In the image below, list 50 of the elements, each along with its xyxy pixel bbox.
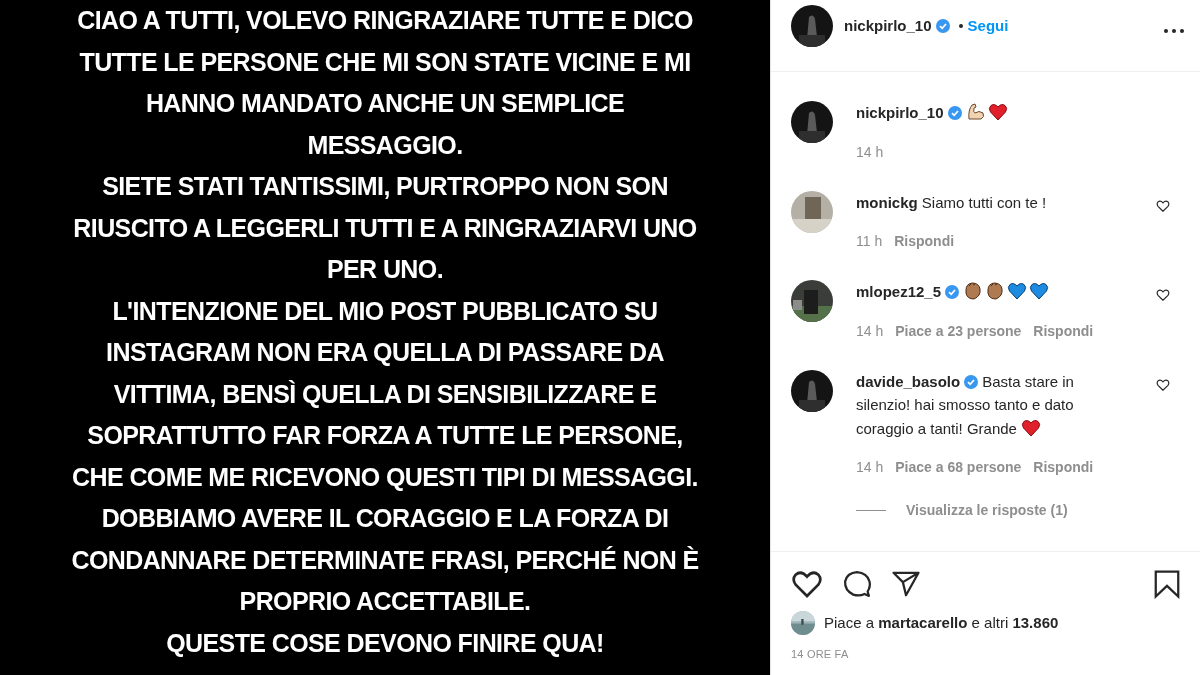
username-link[interactable]: nickpirlo_10 <box>856 104 944 121</box>
like-comment-icon[interactable] <box>1156 288 1170 302</box>
comment-icon[interactable] <box>842 569 872 599</box>
post-text-line: HANNO MANDATO ANCHE UN SEMPLICE <box>145 88 625 119</box>
username-link[interactable]: monickg <box>856 193 918 211</box>
username-link[interactable]: davide_basolo <box>856 372 961 390</box>
heart-emoji-icon <box>1021 417 1042 438</box>
likes-link[interactable]: Piace a 68 persone <box>895 458 1022 476</box>
post-timestamp: 14 ORE FA <box>791 647 850 662</box>
comment-time: 14 h <box>856 142 884 161</box>
comment-time: 11 h <box>856 232 883 250</box>
post-text-line: TUTTE LE PERSONE CHE MI SON STATE VICINE E MI <box>79 46 691 78</box>
heart-emoji-icon <box>1029 281 1050 301</box>
post-text-line: CONDANNARE DETERMINATE FRASI, PERCHÉ NON È <box>71 544 699 576</box>
more-options-icon[interactable] <box>1164 29 1184 33</box>
post-text-line: CHE COME ME RICEVONO QUESTI TIPI DI MESSAGGI. <box>72 461 698 493</box>
biceps-emoji-icon <box>965 102 986 122</box>
view-replies-link[interactable]: Visualizza le risposte (1) <box>906 500 1068 521</box>
post-text-line: CIAO A TUTTI, VOLEVO RINGRAZIARE TUTTE E DICO <box>77 5 693 36</box>
post-text-line: SIETE STATI TANTISSIMI, PURTROPPO NON SON <box>102 171 668 202</box>
bookmark-icon[interactable] <box>1152 569 1182 599</box>
reply-link[interactable]: Rispondi <box>1033 321 1094 340</box>
heart-emoji-icon <box>987 102 1008 122</box>
follow-button[interactable]: Segui <box>967 15 1009 38</box>
post-text-line: DOBBIAMO AVERE IL CORAGGIO E LA FORZA DI <box>101 503 669 534</box>
post-text-line: SOPRATTUTTO FAR FORZA A TUTTE LE PERSONE, <box>87 420 683 451</box>
reply-link[interactable]: Rispondi <box>894 232 955 250</box>
post-text-line: PROPRIO ACCETTABILE. <box>239 586 531 617</box>
dot-separator-icon <box>958 24 963 29</box>
username-link[interactable]: mlopez12_5 <box>856 283 942 300</box>
comment-text: davide_basolo Basta stare in silenzio! hai smosso tanto e dato coraggio a tanti! Grande <box>856 371 1075 440</box>
post-text-line: INSTAGRAM NON ERA QUELLA DI PASSARE DA <box>106 337 664 368</box>
share-icon[interactable] <box>891 569 921 599</box>
heart-emoji-icon <box>1007 281 1028 301</box>
like-icon[interactable] <box>791 568 823 600</box>
reply-link[interactable]: Rispondi <box>1033 458 1094 476</box>
post-text-line: QUESTE COSE DEVONO FINIRE QUA! <box>166 627 604 659</box>
like-comment-icon[interactable] <box>1156 377 1170 392</box>
post-text-line: L'INTENZIONE DEL MIO POST PUBBLICATO SU <box>112 295 658 327</box>
post-text-line: PER UNO. <box>326 254 444 285</box>
likes-link[interactable]: Piace a 23 persone <box>895 321 1022 340</box>
post-text-line: RIUSCITO A LEGGERLI TUTTI E A RINGRAZIARVI UNO <box>73 212 697 244</box>
post-text-line: VITTIMA, BENSÌ QUELLA DI SENSIBILIZZARE E <box>113 378 657 410</box>
comment-time: 14 h <box>856 458 884 476</box>
like-comment-icon[interactable] <box>1156 198 1170 213</box>
comment-text: monickg Siamo tutti con te ! <box>856 192 1048 213</box>
comment-time: 14 h <box>856 321 884 340</box>
username-link[interactable]: nickpirlo_10 <box>844 15 932 38</box>
post-text-line: MESSAGGIO. <box>307 129 463 161</box>
likes-summary[interactable]: Piace a martacarello e altri 13.860 <box>824 611 1059 635</box>
